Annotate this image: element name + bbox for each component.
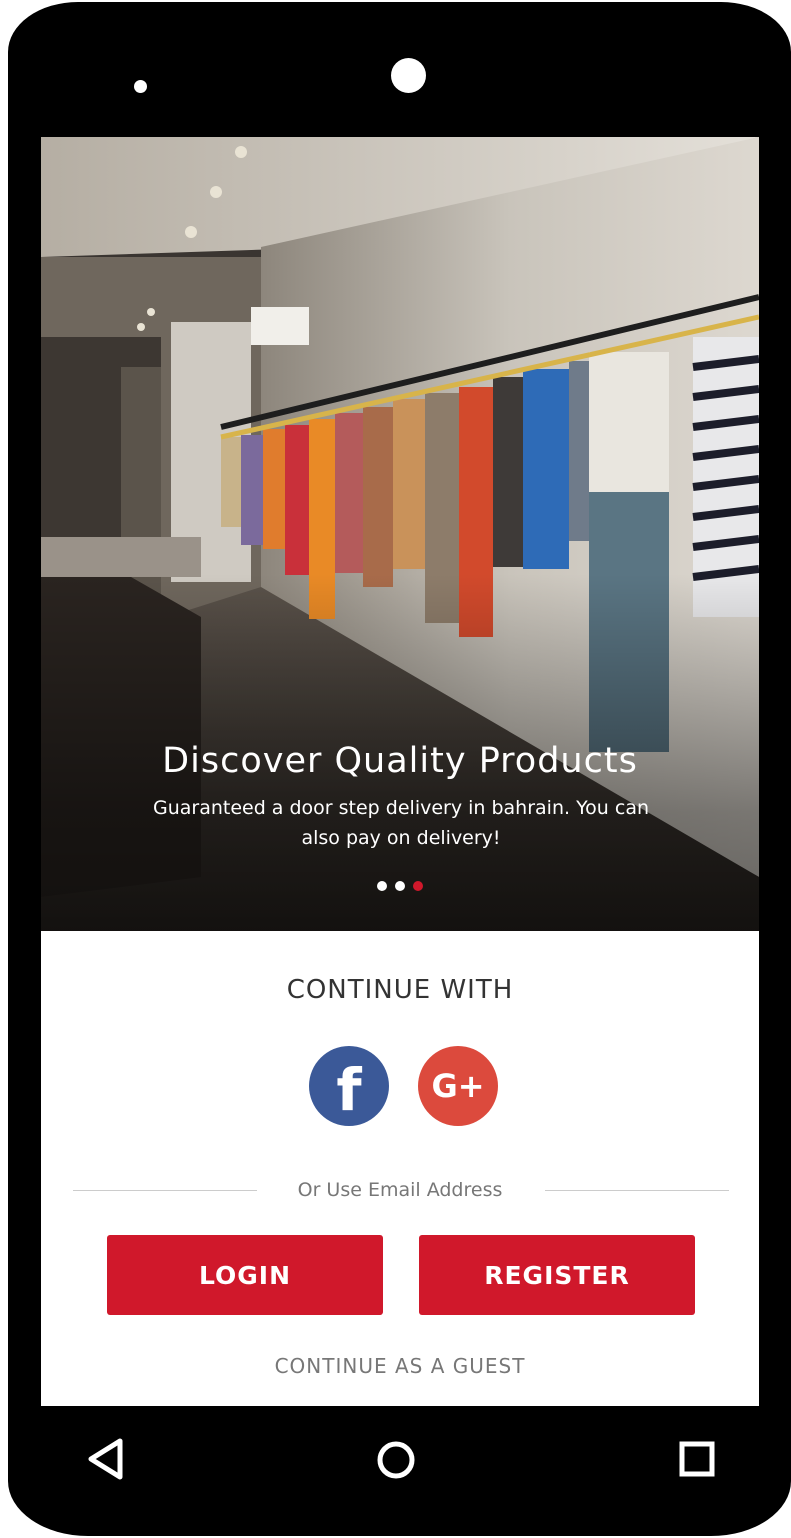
divider-right: [545, 1190, 729, 1191]
recent-apps-icon[interactable]: [677, 1438, 717, 1482]
register-button[interactable]: REGISTER: [419, 1235, 695, 1315]
continue-with-heading: CONTINUE WITH: [286, 975, 514, 1005]
facebook-login-button[interactable]: f: [309, 1046, 389, 1126]
home-icon[interactable]: [374, 1438, 418, 1482]
hero-title: Discover Quality Products: [162, 741, 638, 781]
side-button: [8, 302, 18, 552]
carousel-indicator: [41, 878, 759, 896]
carousel-dot[interactable]: [395, 881, 405, 891]
carousel-dot[interactable]: [377, 881, 387, 891]
facebook-icon: f: [336, 1056, 362, 1124]
google-plus-icon: G+: [431, 1067, 485, 1105]
hero-subtitle: Guaranteed a door step delivery in bahra…: [152, 797, 650, 849]
google-plus-login-button[interactable]: G+: [418, 1046, 498, 1126]
carousel-dot-active[interactable]: [413, 881, 423, 891]
login-button[interactable]: LOGIN: [107, 1235, 383, 1315]
hero-banner[interactable]: Discover Quality Products Guaranteed a d…: [41, 137, 759, 931]
front-sensor-icon: [391, 58, 426, 93]
continue-as-guest-link[interactable]: CONTINUE AS A GUEST: [41, 1354, 759, 1378]
back-icon[interactable]: [86, 1438, 126, 1480]
camera-icon: [134, 80, 147, 93]
app-screen: Discover Quality Products Guaranteed a d…: [41, 137, 759, 1406]
